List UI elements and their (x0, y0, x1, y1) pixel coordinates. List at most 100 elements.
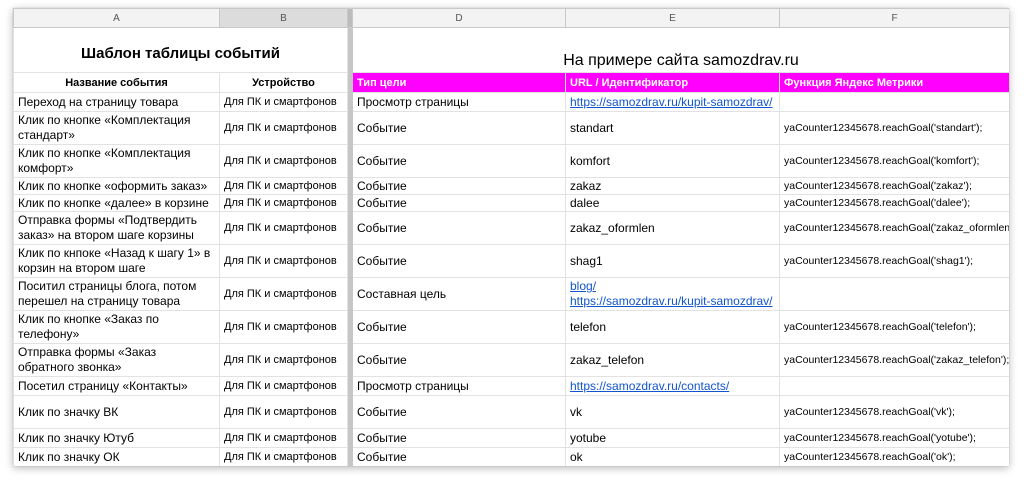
metrika-func-cell[interactable] (779, 376, 1009, 396)
table-row: Поситил страницы блога, потом перешел на… (13, 277, 1009, 311)
url-id-cell[interactable]: shag1 (565, 244, 780, 278)
device-cell[interactable]: Для ПК и смартфонов (219, 428, 348, 448)
link[interactable]: https://samozdrav.ru/kupit-samozdrav/ (570, 294, 773, 308)
event-cell[interactable]: Клик по значку ОК (13, 447, 220, 466)
goal-type-cell[interactable]: Просмотр страницы (352, 92, 566, 112)
event-cell[interactable]: Посетил страницу «Контакты» (13, 376, 220, 396)
url-id-cell[interactable]: https://samozdrav.ru/kupit-samozdrav/ (565, 92, 780, 112)
event-cell[interactable]: Клик по кнопке «Комплектация комфорт» (13, 144, 220, 178)
device-cell[interactable]: Для ПК и смартфонов (219, 376, 348, 396)
metrika-func-cell[interactable]: yaCounter12345678.reachGoal('telefon'); (779, 310, 1009, 344)
device-cell[interactable]: Для ПК и смартфонов (219, 92, 348, 112)
table-row: Посетил страницу «Контакты» Для ПК и смар… (13, 376, 1009, 396)
right-title-cell[interactable]: На примере сайта samozdrav.ru (352, 27, 1009, 73)
goal-type-cell[interactable]: Событие (352, 194, 566, 212)
event-cell[interactable]: Клик по кнопке «далее» в корзине (13, 194, 220, 212)
device-cell[interactable]: Для ПК и смартфонов (219, 395, 348, 429)
url-id-cell[interactable]: telefon (565, 310, 780, 344)
url-id-cell[interactable]: ok (565, 447, 780, 466)
metrika-func-cell[interactable]: yaCounter12345678.reachGoal('yotube'); (779, 428, 1009, 448)
header-device[interactable]: Устройство (219, 72, 348, 93)
goal-type-cell[interactable]: Событие (352, 144, 566, 178)
url-id-cell[interactable]: zakaz (565, 177, 780, 195)
device-cell[interactable]: Для ПК и смартфонов (219, 244, 348, 278)
event-cell[interactable]: Клик по кнопке «Заказ по телефону» (13, 310, 220, 344)
table-row: Клик по кнопке «Заказ по телефону» Для ПК… (13, 310, 1009, 344)
device-cell[interactable]: Для ПК и смартфонов (219, 177, 348, 195)
goal-type-cell[interactable]: Событие (352, 343, 566, 377)
goal-type-cell[interactable]: Событие (352, 395, 566, 429)
event-cell[interactable]: Клик по кнопке «оформить заказ» (13, 177, 220, 195)
event-cell[interactable]: Клик по значку Ютуб (13, 428, 220, 448)
device-cell[interactable]: Для ПК и смартфонов (219, 211, 348, 245)
column-header-b[interactable]: B (219, 8, 348, 28)
metrika-func-cell[interactable]: yaCounter12345678.reachGoal('shag1'); (779, 244, 1009, 278)
column-header-f[interactable]: F (779, 8, 1009, 28)
table-row: Клик по кнопке «Комплектация комфорт» Для… (13, 144, 1009, 178)
table-row: Переход на страницу товара Для ПК и смарт… (13, 92, 1009, 112)
goal-type-cell[interactable]: Событие (352, 177, 566, 195)
goal-type-cell[interactable]: Событие (352, 111, 566, 145)
link[interactable]: blog/ (570, 279, 596, 293)
table-header-row: Название события Устройство Тип цели URL… (13, 72, 1009, 93)
device-cell[interactable]: Для ПК и смартфонов (219, 310, 348, 344)
goal-type-cell[interactable]: Событие (352, 310, 566, 344)
link[interactable]: https://samozdrav.ru/kupit-samozdrav/ (570, 95, 773, 109)
header-event-name[interactable]: Название события (13, 72, 220, 93)
table-row: Клик по значку ОК Для ПК и смартфонов Собы… (13, 447, 1009, 466)
column-header-a[interactable]: A (13, 8, 220, 28)
device-cell[interactable]: Для ПК и смартфонов (219, 144, 348, 178)
table-row: Клик по кнпоке «Назад к шагу 1» в корзин… (13, 244, 1009, 278)
table-row: Клик по кнопке «оформить заказ» Для ПК и … (13, 177, 1009, 195)
goal-type-cell[interactable]: Событие (352, 244, 566, 278)
device-cell[interactable]: Для ПК и смартфонов (219, 111, 348, 145)
url-id-cell[interactable]: standart (565, 111, 780, 145)
table-row: Клик по значку ВК Для ПК и смартфонов Собы… (13, 395, 1009, 429)
url-id-cell[interactable]: yotube (565, 428, 780, 448)
metrika-func-cell[interactable]: yaCounter12345678.reachGoal('komfort'); (779, 144, 1009, 178)
device-cell[interactable]: Для ПК и смартфонов (219, 343, 348, 377)
url-id-cell[interactable]: zakaz_oformlen (565, 211, 780, 245)
metrika-func-cell[interactable] (779, 92, 1009, 112)
column-letter-row: A B D E F (13, 8, 1009, 28)
metrika-func-cell[interactable]: yaCounter12345678.reachGoal('zakaz_oform… (779, 211, 1009, 245)
device-cell[interactable]: Для ПК и смартфонов (219, 277, 348, 311)
device-cell[interactable]: Для ПК и смартфонов (219, 447, 348, 466)
table-row: Клик по кнопке «Комплектация стандарт» Дл… (13, 111, 1009, 145)
url-id-cell[interactable]: komfort (565, 144, 780, 178)
header-goal-type[interactable]: Тип цели (352, 72, 566, 93)
goal-type-cell[interactable]: Событие (352, 211, 566, 245)
metrika-func-cell[interactable]: yaCounter12345678.reachGoal('standart'); (779, 111, 1009, 145)
event-cell[interactable]: Клик по кнопке «Комплектация стандарт» (13, 111, 220, 145)
metrika-func-cell[interactable] (779, 277, 1009, 311)
metrika-func-cell[interactable]: yaCounter12345678.reachGoal('zakaz_telef… (779, 343, 1009, 377)
table-row: Отправка формы «Подтвердить заказ» на вт… (13, 211, 1009, 245)
metrika-func-cell[interactable]: yaCounter12345678.reachGoal('dalee'); (779, 194, 1009, 212)
url-id-cell[interactable]: zakaz_telefon (565, 343, 780, 377)
goal-type-cell[interactable]: Событие (352, 428, 566, 448)
metrika-func-cell[interactable]: yaCounter12345678.reachGoal('ok'); (779, 447, 1009, 466)
event-cell[interactable]: Отправка формы «Подтвердить заказ» на вт… (13, 211, 220, 245)
link[interactable]: https://samozdrav.ru/contacts/ (570, 379, 729, 393)
metrika-func-cell[interactable]: yaCounter12345678.reachGoal('zakaz'); (779, 177, 1009, 195)
url-id-cell[interactable]: dalee (565, 194, 780, 212)
url-id-cell[interactable]: vk (565, 395, 780, 429)
event-cell[interactable]: Клик по значку ВК (13, 395, 220, 429)
metrika-func-cell[interactable]: yaCounter12345678.reachGoal('vk'); (779, 395, 1009, 429)
url-id-cell[interactable]: blog/https://samozdrav.ru/kupit-samozdra… (565, 277, 780, 311)
url-id-cell[interactable]: https://samozdrav.ru/contacts/ (565, 376, 780, 396)
goal-type-cell[interactable]: Событие (352, 447, 566, 466)
event-cell[interactable]: Поситил страницы блога, потом перешел на… (13, 277, 220, 311)
table-row: Клик по кнопке «далее» в корзине Для ПК и… (13, 194, 1009, 212)
left-title-cell[interactable]: Шаблон таблицы событий (13, 27, 348, 73)
header-metrika-func[interactable]: Функция Яндекс Метрики (779, 72, 1009, 93)
event-cell[interactable]: Клик по кнпоке «Назад к шагу 1» в корзин… (13, 244, 220, 278)
goal-type-cell[interactable]: Составная цель (352, 277, 566, 311)
column-header-e[interactable]: E (565, 8, 780, 28)
goal-type-cell[interactable]: Просмотр страницы (352, 376, 566, 396)
event-cell[interactable]: Переход на страницу товара (13, 92, 220, 112)
column-header-d[interactable]: D (352, 8, 566, 28)
event-cell[interactable]: Отправка формы «Заказ обратного звонка» (13, 343, 220, 377)
header-url-id[interactable]: URL / Идентификатор (565, 72, 780, 93)
device-cell[interactable]: Для ПК и смартфонов (219, 194, 348, 212)
